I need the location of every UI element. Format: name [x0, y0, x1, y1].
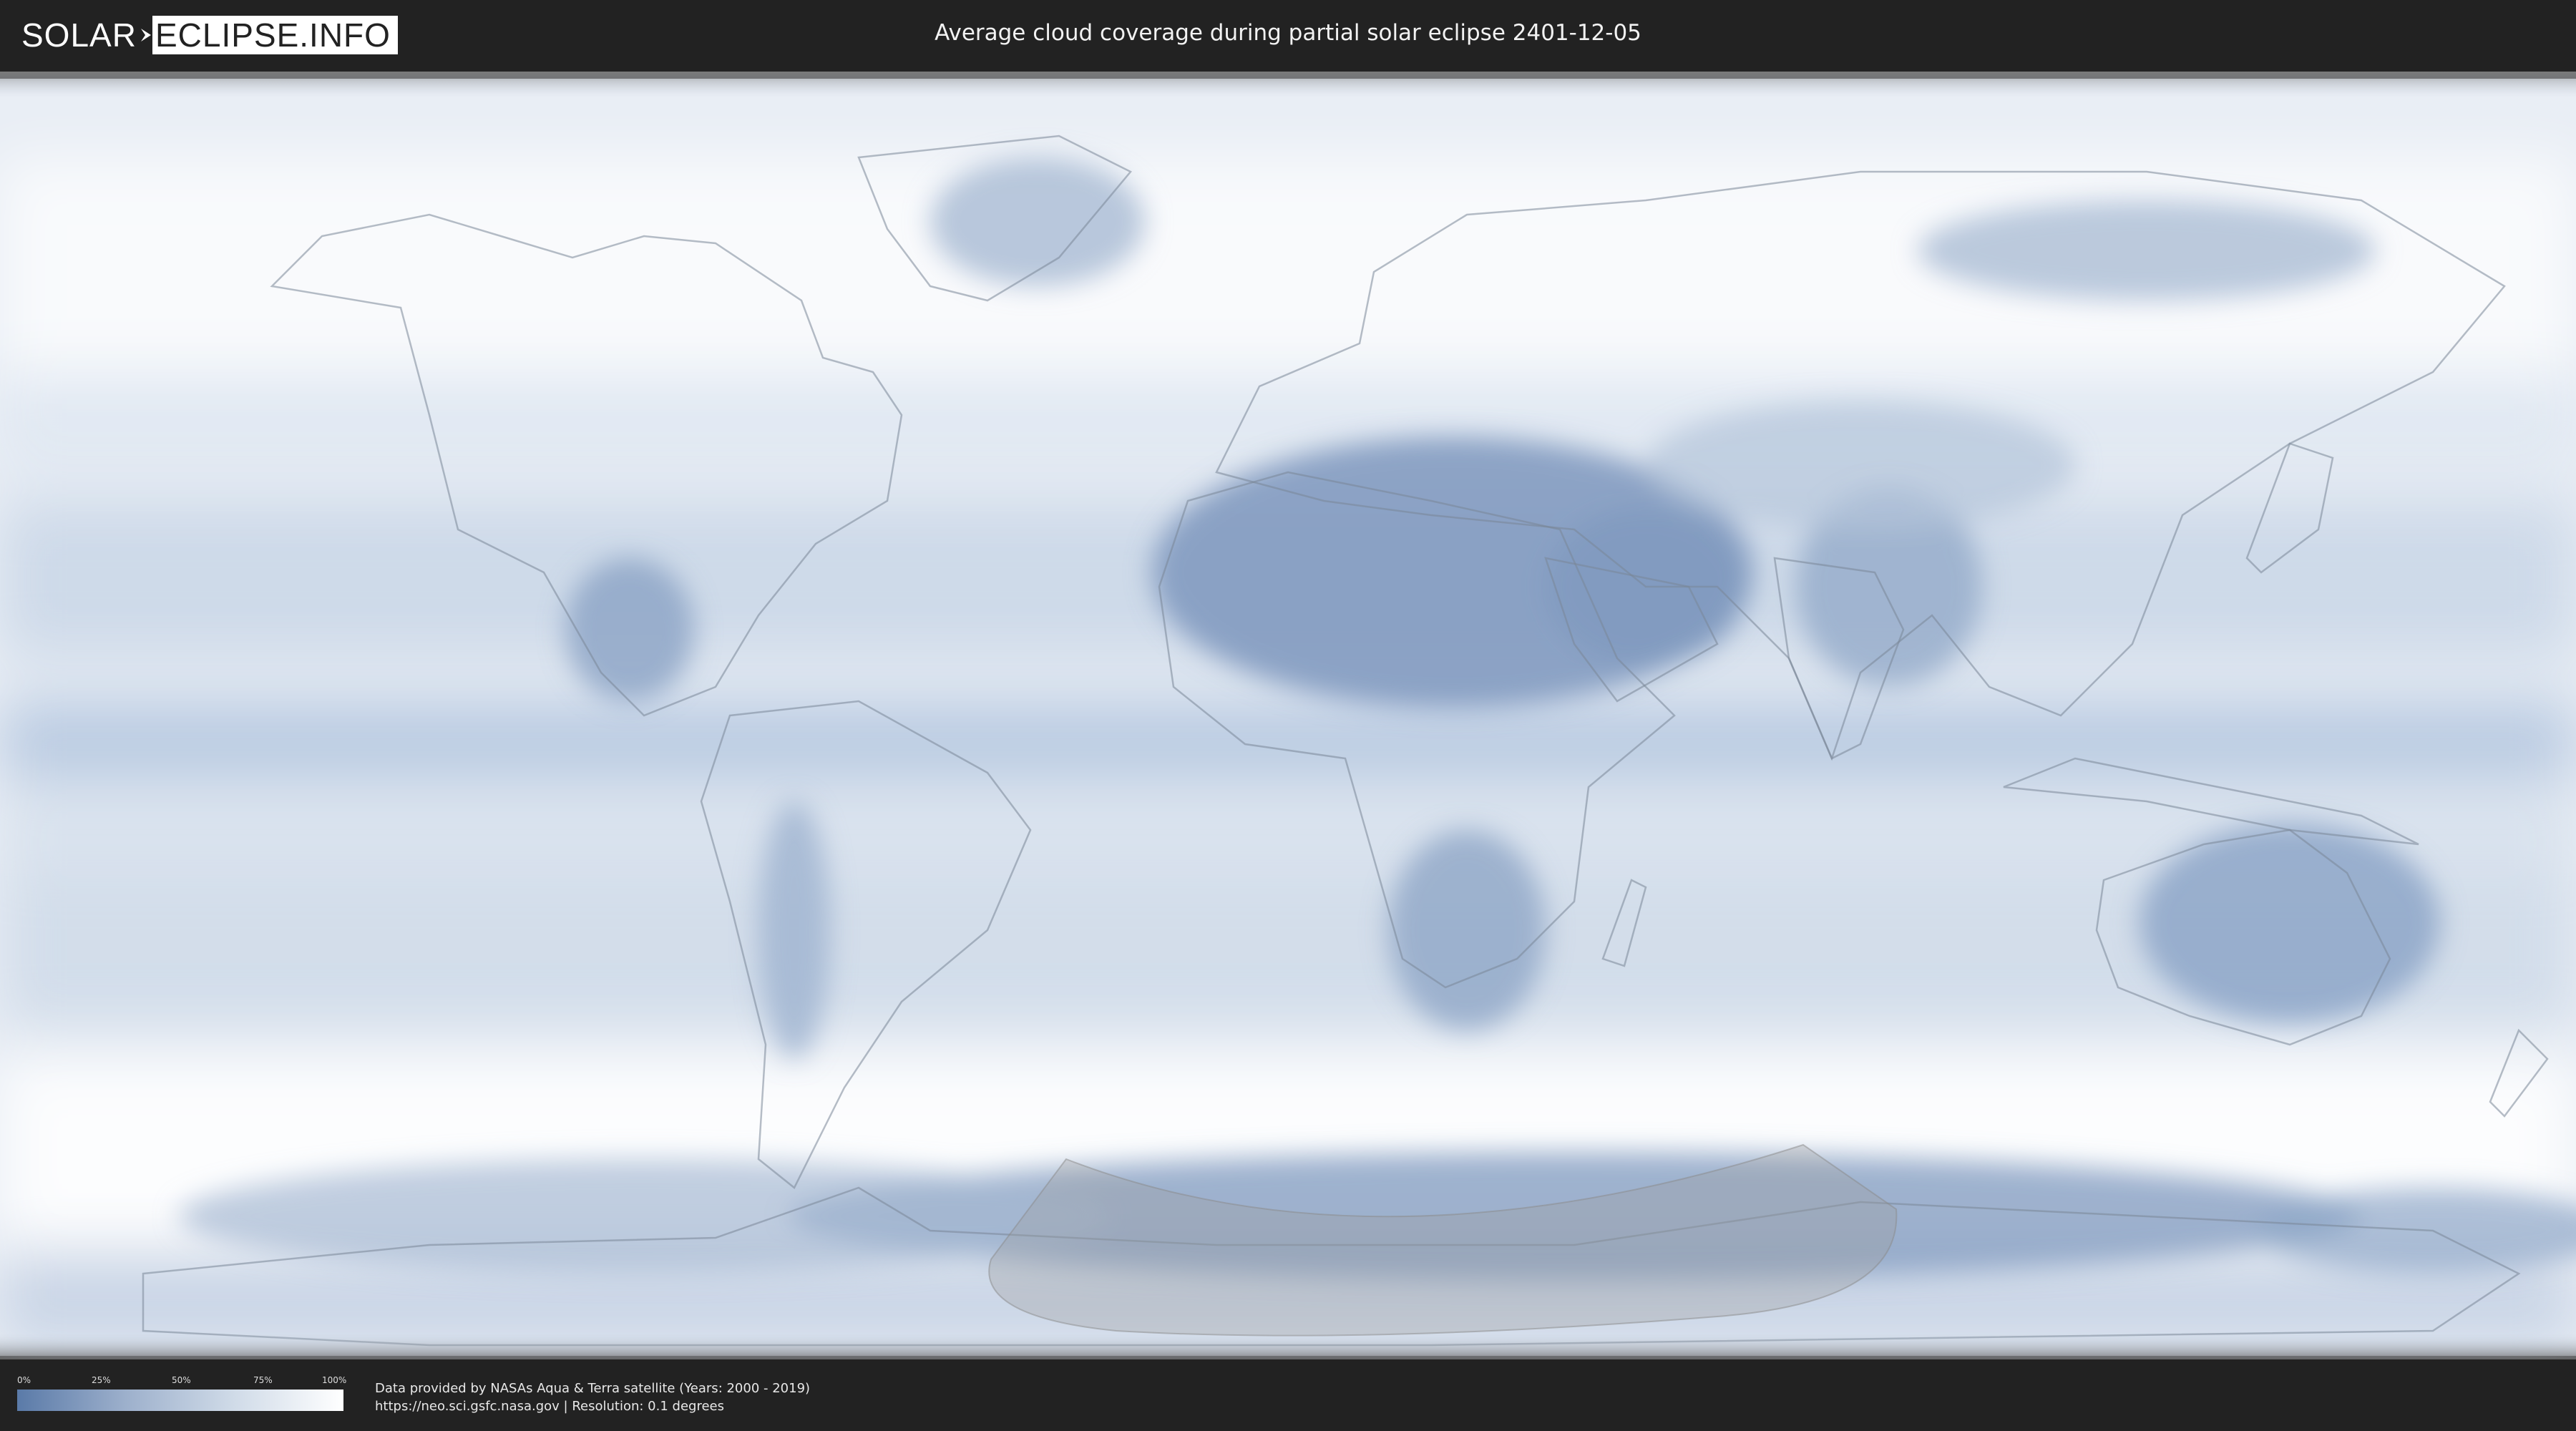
legend-tick-75: 75% [253, 1375, 273, 1385]
legend-tick-50: 50% [172, 1375, 191, 1385]
data-credits: Data provided by NASAs Aqua & Terra sate… [375, 1379, 810, 1415]
header-bar: SOLAR ECLIPSE.INFO Average cloud coverag… [0, 0, 2576, 72]
credits-source: Data provided by NASAs Aqua & Terra sate… [375, 1381, 811, 1396]
world-map-svg [0, 72, 2576, 1359]
credits-link[interactable]: https://neo.sci.gsfc.nasa.gov | Resoluti… [375, 1397, 810, 1415]
footer-bar: 0% 25% 50% 75% 100% Data provided by NAS… [0, 1359, 2576, 1431]
cloud-coverage-legend: 0% 25% 50% 75% 100% [17, 1375, 347, 1411]
legend-tick-labels: 0% 25% 50% 75% 100% [17, 1375, 347, 1390]
legend-tick-0: 0% [17, 1375, 31, 1385]
legend-tick-100: 100% [322, 1375, 347, 1385]
cloud-coverage-map[interactable] [0, 72, 2576, 1359]
map-edge-shade [0, 72, 2576, 1359]
legend-gradient-bar [17, 1390, 343, 1411]
legend-tick-25: 25% [92, 1375, 111, 1385]
page-title: Average cloud coverage during partial so… [935, 20, 1641, 46]
